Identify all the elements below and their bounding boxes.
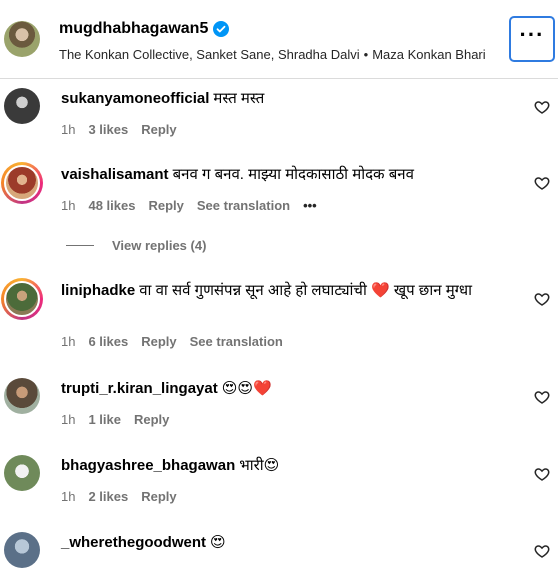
- comment-likes[interactable]: 1 like: [88, 412, 121, 427]
- author-username-row[interactable]: mugdhabhagawan5: [59, 20, 230, 38]
- comment-body: 😍😍❤️: [221, 380, 272, 397]
- comment-likes[interactable]: 48 likes: [88, 198, 135, 213]
- like-heart-icon[interactable]: [534, 291, 550, 307]
- comment-username[interactable]: sukanyamoneofficial: [61, 90, 209, 107]
- comment-time: 1h: [61, 412, 76, 427]
- see-translation-button[interactable]: See translation: [197, 198, 290, 213]
- more-options-button[interactable]: ···: [509, 16, 555, 62]
- comment-likes[interactable]: 3 likes: [88, 122, 128, 137]
- comment-body: मस्त मस्त: [213, 90, 265, 107]
- comment-meta: 1h 3 likes Reply: [61, 122, 190, 137]
- commenter-avatar: [4, 165, 40, 201]
- comment-body: 😍: [210, 534, 226, 551]
- commenter-avatar-story-ring[interactable]: [1, 278, 43, 320]
- comment-time: 1h: [61, 122, 76, 137]
- comment-meta: 1h 6 likes Reply See translation: [61, 334, 296, 349]
- reply-button[interactable]: Reply: [134, 412, 169, 427]
- view-replies-button[interactable]: View replies (4): [66, 238, 206, 253]
- author-username[interactable]: mugdhabhagawan5: [59, 20, 208, 38]
- comment-text: _wherethegoodwent 😍: [61, 533, 521, 553]
- like-heart-icon[interactable]: [534, 543, 550, 559]
- comment-text: bhagyashree_bhagawan भारी😍: [61, 456, 521, 476]
- commenter-avatar[interactable]: [4, 88, 40, 124]
- comment-likes[interactable]: 6 likes: [88, 334, 128, 349]
- comment-text: liniphadke वा वा सर्व गुणसंपन्न सून आहे ह…: [61, 281, 511, 301]
- comment-username[interactable]: vaishalisamant: [61, 166, 169, 183]
- comment-text: vaishalisamant बनव ग बनव. माझ्या मोदकासाठ…: [61, 165, 521, 185]
- comment-text: sukanyamoneofficial मस्त मस्त: [61, 89, 521, 109]
- see-translation-button[interactable]: See translation: [190, 334, 283, 349]
- commenter-avatar-story-ring[interactable]: [1, 162, 43, 204]
- like-heart-icon[interactable]: [534, 175, 550, 191]
- comment-username[interactable]: trupti_r.kiran_lingayat: [61, 380, 218, 397]
- author-avatar[interactable]: [4, 21, 40, 57]
- verified-badge-icon: [213, 21, 230, 37]
- comment-time: 1h: [61, 334, 76, 349]
- replies-divider: [66, 245, 94, 246]
- collaborators-link[interactable]: The Konkan Collective, Sanket Sane, Shra…: [59, 47, 360, 62]
- post-subtitle: The Konkan Collective, Sanket Sane, Shra…: [59, 47, 486, 62]
- post-header: mugdhabhagawan5 The Konkan Collective, S…: [0, 0, 558, 79]
- reply-button[interactable]: Reply: [148, 198, 183, 213]
- reply-button[interactable]: Reply: [141, 489, 176, 504]
- like-heart-icon[interactable]: [534, 99, 550, 115]
- separator-dot: •: [363, 47, 369, 62]
- like-heart-icon[interactable]: [534, 389, 550, 405]
- comment-body: भारी😍: [239, 457, 280, 474]
- comment-body: बनव ग बनव. माझ्या मोदकासाठी मोदक बनव: [172, 166, 414, 183]
- view-replies-label: View replies (4): [112, 238, 207, 253]
- audio-link[interactable]: Maza Konkan Bhari: [372, 47, 485, 62]
- comment-username[interactable]: _wherethegoodwent: [61, 534, 206, 551]
- comment-time: 1h: [61, 198, 76, 213]
- comment-meta: 1h 1 like Reply: [61, 412, 182, 427]
- commenter-avatar[interactable]: [4, 532, 40, 568]
- reply-button[interactable]: Reply: [141, 334, 176, 349]
- comment-likes[interactable]: 2 likes: [88, 489, 128, 504]
- comment-time: 1h: [61, 489, 76, 504]
- commenter-avatar[interactable]: [4, 378, 40, 414]
- comment-username[interactable]: liniphadke: [61, 282, 135, 299]
- comment-body: वा वा सर्व गुणसंपन्न सून आहे हो लघाट्यां…: [139, 282, 472, 299]
- comment-text: trupti_r.kiran_lingayat 😍😍❤️: [61, 379, 521, 399]
- comment-more-button[interactable]: •••: [303, 198, 317, 213]
- like-heart-icon[interactable]: [534, 466, 550, 482]
- comment-meta: 1h 48 likes Reply See translation •••: [61, 198, 330, 213]
- reply-button[interactable]: Reply: [141, 122, 176, 137]
- comment-username[interactable]: bhagyashree_bhagawan: [61, 457, 235, 474]
- commenter-avatar: [4, 281, 40, 317]
- comment-meta: 1h 2 likes Reply: [61, 489, 190, 504]
- commenter-avatar[interactable]: [4, 455, 40, 491]
